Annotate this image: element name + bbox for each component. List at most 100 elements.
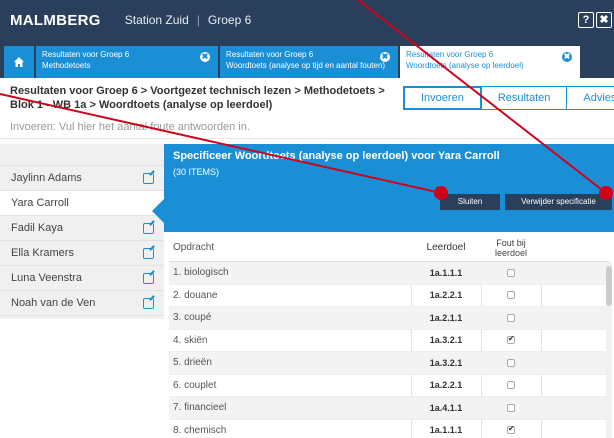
table-row: 7. financieel 1a.4.1.1 bbox=[169, 397, 609, 420]
fout-cell bbox=[481, 423, 541, 437]
edit-icon[interactable] bbox=[143, 173, 154, 184]
fout-checkbox[interactable] bbox=[507, 381, 515, 390]
leerdoel-cell: 1a.2.1.1 bbox=[429, 312, 463, 323]
table-body: 1. biologisch 1a.1.1.1 2. douane 1a.2.2.1 3.… bbox=[169, 262, 609, 438]
student-item[interactable]: Fadil Kaya bbox=[0, 216, 164, 241]
fout-checkbox[interactable] bbox=[507, 291, 515, 300]
home-tab[interactable] bbox=[4, 46, 34, 78]
tab-methodetoets[interactable]: Resultaten voor Groep 6 Methodetoets ✖ bbox=[36, 46, 218, 78]
panel-header: Specificeer Woordtoets (analyse op leerd… bbox=[152, 144, 614, 232]
leerdoel-cell: 1a.4.1.1 bbox=[429, 402, 463, 413]
fout-cell bbox=[481, 288, 541, 302]
student-name: Yara Carroll bbox=[11, 197, 69, 209]
table-row: 5. drieën 1a.3.2.1 bbox=[169, 352, 609, 375]
scrollbar-thumb[interactable] bbox=[606, 266, 612, 306]
selection-pointer bbox=[152, 199, 164, 223]
divider bbox=[0, 138, 614, 139]
segment-invoeren[interactable]: Invoeren bbox=[403, 86, 482, 110]
student-item[interactable]: Luna Veenstra bbox=[0, 266, 164, 291]
close-tab-icon[interactable]: ✖ bbox=[200, 52, 210, 62]
col-fout-line2: leerdoel bbox=[494, 247, 528, 258]
separator: | bbox=[196, 13, 200, 27]
instruction-text: Invoeren: Vul hier het aantal foute antw… bbox=[10, 121, 250, 133]
fout-cell bbox=[481, 401, 541, 415]
leerdoel-cell: 1a.1.1.1 bbox=[429, 425, 463, 436]
verwijder-specificatie-button[interactable]: Verwijder specificatie bbox=[505, 194, 612, 210]
student-list: Jaylinn Adams Yara Carroll Fadil Kaya El… bbox=[0, 144, 164, 319]
scrollbar[interactable] bbox=[606, 262, 612, 438]
specification-panel: Specificeer Woordtoets (analyse op leerd… bbox=[152, 144, 614, 438]
fout-checkbox[interactable] bbox=[507, 424, 515, 435]
table-row: 4. skiën 1a.3.2.1 bbox=[169, 330, 609, 352]
col-fout: Fout bij leerdoel bbox=[481, 238, 541, 258]
edit-icon[interactable] bbox=[143, 273, 154, 284]
col-opdracht: Opdracht bbox=[173, 242, 215, 253]
fout-cell bbox=[481, 356, 541, 370]
close-tab-icon[interactable]: ✖ bbox=[380, 52, 390, 62]
close-tab-icon[interactable]: ✖ bbox=[562, 52, 572, 62]
table-row: 6. couplet 1a.2.2.1 bbox=[169, 375, 609, 397]
leerdoel-cell: 1a.1.1.1 bbox=[429, 267, 463, 278]
fout-checkbox[interactable] bbox=[507, 313, 515, 322]
tab-bar: Resultaten voor Groep 6 Methodetoets ✖ R… bbox=[0, 40, 614, 78]
tab-woordtoets-tijd[interactable]: Resultaten voor Groep 6 Woordtoets (anal… bbox=[220, 46, 398, 78]
edit-icon[interactable] bbox=[143, 298, 154, 309]
fout-cell bbox=[481, 333, 541, 347]
student-item[interactable]: Ella Kramers bbox=[0, 241, 164, 266]
fout-cell bbox=[481, 378, 541, 392]
edit-icon[interactable] bbox=[143, 223, 154, 234]
panel-title: Specificeer Woordtoets (analyse op leerd… bbox=[173, 150, 500, 162]
tab-subtitle: Woordtoets (analyse op tijd en aantal fo… bbox=[226, 61, 386, 70]
opdracht-cell: 7. financieel bbox=[173, 402, 227, 414]
fout-checkbox[interactable] bbox=[507, 358, 515, 367]
leerdoel-cell: 1a.2.2.1 bbox=[429, 290, 463, 301]
fout-checkbox[interactable] bbox=[507, 334, 515, 345]
table-row: 1. biologisch 1a.1.1.1 bbox=[169, 262, 609, 285]
student-item-selected[interactable]: Yara Carroll bbox=[0, 191, 164, 216]
table-header: Opdracht Leerdoel Fout bij leerdoel bbox=[169, 234, 609, 262]
mode-segments: Invoeren Resultaten Advies bbox=[403, 86, 614, 110]
items-table: Opdracht Leerdoel Fout bij leerdoel 1. b… bbox=[169, 234, 609, 438]
opdracht-cell: 6. couplet bbox=[173, 379, 217, 391]
table-row: 8. chemisch 1a.1.1.1 bbox=[169, 420, 609, 438]
breadcrumb: Resultaten voor Groep 6 > Voortgezet tec… bbox=[10, 85, 385, 111]
leerdoel-cell: 1a.3.2.1 bbox=[429, 357, 463, 368]
item-count: (30 ITEMS) bbox=[173, 167, 220, 177]
help-button[interactable]: ? bbox=[578, 12, 594, 28]
leerdoel-cell: 1a.3.2.1 bbox=[429, 335, 463, 346]
table-row: 3. coupé 1a.2.1.1 bbox=[169, 307, 609, 330]
edit-icon[interactable] bbox=[143, 248, 154, 259]
segment-resultaten[interactable]: Resultaten bbox=[480, 86, 568, 110]
table-row: 2. douane 1a.2.2.1 bbox=[169, 285, 609, 307]
opdracht-cell: 5. drieën bbox=[173, 357, 212, 369]
opdracht-cell: 8. chemisch bbox=[173, 424, 227, 436]
fout-checkbox[interactable] bbox=[507, 268, 515, 277]
student-item[interactable]: Noah van de Ven bbox=[0, 291, 164, 316]
close-app-button[interactable]: ✖ bbox=[596, 12, 612, 28]
logo: MALMBERG bbox=[10, 11, 101, 29]
tab-subtitle: Woordtoets (analyse op leerdoel) bbox=[406, 61, 524, 70]
student-name: Fadil Kaya bbox=[11, 222, 63, 234]
school-name: Station Zuid bbox=[124, 13, 189, 27]
sluiten-button[interactable]: Sluiten bbox=[440, 194, 500, 210]
student-name: Noah van de Ven bbox=[11, 297, 96, 309]
opdracht-cell: 4. skiën bbox=[173, 334, 208, 346]
top-bar: MALMBERG Station Zuid | Groep 6 ? ✖ bbox=[0, 0, 614, 40]
fout-cell bbox=[481, 266, 541, 280]
fout-checkbox[interactable] bbox=[507, 403, 515, 412]
opdracht-cell: 2. douane bbox=[173, 289, 218, 301]
student-name: Ella Kramers bbox=[11, 247, 74, 259]
tab-title: Resultaten voor Groep 6 bbox=[406, 50, 494, 59]
leerdoel-cell: 1a.2.2.1 bbox=[429, 380, 463, 391]
col-fout-line1: Fout bij bbox=[496, 237, 526, 248]
tab-woordtoets-leerdoel[interactable]: Resultaten voor Groep 6 Woordtoets (anal… bbox=[400, 46, 580, 78]
col-leerdoel: Leerdoel bbox=[426, 242, 466, 253]
opdracht-cell: 1. biologisch bbox=[173, 267, 229, 279]
tab-subtitle: Methodetoets bbox=[42, 61, 91, 70]
student-name: Jaylinn Adams bbox=[11, 172, 82, 184]
segment-advies[interactable]: Advies bbox=[566, 86, 614, 110]
fout-cell bbox=[481, 311, 541, 325]
student-item[interactable]: Jaylinn Adams bbox=[0, 166, 164, 191]
tab-title: Resultaten voor Groep 6 bbox=[226, 50, 314, 59]
tab-title: Resultaten voor Groep 6 bbox=[42, 50, 130, 59]
